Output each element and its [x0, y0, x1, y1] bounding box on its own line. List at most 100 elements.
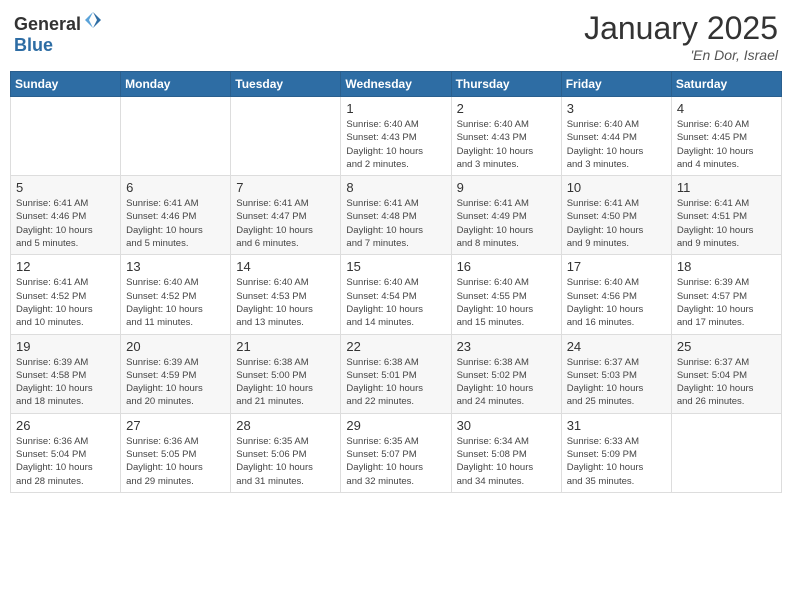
day-info: Sunrise: 6:40 AMSunset: 4:45 PMDaylight:… — [677, 118, 776, 171]
day-number: 31 — [567, 418, 666, 433]
day-info: Sunrise: 6:41 AMSunset: 4:52 PMDaylight:… — [16, 276, 115, 329]
day-number: 28 — [236, 418, 335, 433]
day-number: 14 — [236, 259, 335, 274]
day-number: 4 — [677, 101, 776, 116]
calendar-cell: 12 Sunrise: 6:41 AMSunset: 4:52 PMDayligh… — [11, 255, 121, 334]
day-info: Sunrise: 6:36 AMSunset: 5:04 PMDaylight:… — [16, 435, 115, 488]
calendar-cell: 17 Sunrise: 6:40 AMSunset: 4:56 PMDayligh… — [561, 255, 671, 334]
day-number: 16 — [457, 259, 556, 274]
calendar-cell: 22 Sunrise: 6:38 AMSunset: 5:01 PMDayligh… — [341, 334, 451, 413]
day-number: 3 — [567, 101, 666, 116]
day-info: Sunrise: 6:40 AMSunset: 4:43 PMDaylight:… — [457, 118, 556, 171]
day-info: Sunrise: 6:41 AMSunset: 4:50 PMDaylight:… — [567, 197, 666, 250]
calendar-cell: 24 Sunrise: 6:37 AMSunset: 5:03 PMDayligh… — [561, 334, 671, 413]
logo-icon — [83, 10, 103, 30]
calendar-cell — [121, 97, 231, 176]
day-info: Sunrise: 6:38 AMSunset: 5:01 PMDaylight:… — [346, 356, 445, 409]
calendar-cell — [231, 97, 341, 176]
day-info: Sunrise: 6:40 AMSunset: 4:56 PMDaylight:… — [567, 276, 666, 329]
weekday-header-saturday: Saturday — [671, 72, 781, 97]
day-number: 26 — [16, 418, 115, 433]
day-info: Sunrise: 6:38 AMSunset: 5:00 PMDaylight:… — [236, 356, 335, 409]
day-info: Sunrise: 6:39 AMSunset: 4:58 PMDaylight:… — [16, 356, 115, 409]
day-info: Sunrise: 6:40 AMSunset: 4:44 PMDaylight:… — [567, 118, 666, 171]
calendar-cell: 5 Sunrise: 6:41 AMSunset: 4:46 PMDaylight… — [11, 176, 121, 255]
calendar-cell: 19 Sunrise: 6:39 AMSunset: 4:58 PMDayligh… — [11, 334, 121, 413]
day-number: 1 — [346, 101, 445, 116]
day-info: Sunrise: 6:41 AMSunset: 4:46 PMDaylight:… — [126, 197, 225, 250]
calendar-cell: 15Sunrise: 6:40 AMSunset: 4:54 PMDayligh… — [341, 255, 451, 334]
location-subtitle: 'En Dor, Israel — [584, 47, 778, 63]
calendar-table: SundayMondayTuesdayWednesdayThursdayFrid… — [10, 71, 782, 493]
weekday-header-thursday: Thursday — [451, 72, 561, 97]
day-info: Sunrise: 6:34 AMSunset: 5:08 PMDaylight:… — [457, 435, 556, 488]
calendar-cell: 20 Sunrise: 6:39 AMSunset: 4:59 PMDayligh… — [121, 334, 231, 413]
calendar-week-row: 26 Sunrise: 6:36 AMSunset: 5:04 PMDayligh… — [11, 413, 782, 492]
month-year-title: January 2025 — [584, 10, 778, 47]
calendar-cell: 14 Sunrise: 6:40 AMSunset: 4:53 PMDayligh… — [231, 255, 341, 334]
day-number: 18 — [677, 259, 776, 274]
day-number: 29 — [346, 418, 445, 433]
day-number: 20 — [126, 339, 225, 354]
page-header: General Blue January 2025 'En Dor, Israe… — [10, 10, 782, 63]
calendar-cell: 31 Sunrise: 6:33 AMSunset: 5:09 PMDayligh… — [561, 413, 671, 492]
day-info: Sunrise: 6:40 AMSunset: 4:54 PMDaylight:… — [346, 276, 445, 329]
day-number: 11 — [677, 180, 776, 195]
calendar-cell: 30Sunrise: 6:34 AMSunset: 5:08 PMDayligh… — [451, 413, 561, 492]
day-number: 12 — [16, 259, 115, 274]
calendar-cell: 11Sunrise: 6:41 AMSunset: 4:51 PMDayligh… — [671, 176, 781, 255]
day-number: 17 — [567, 259, 666, 274]
weekday-header-sunday: Sunday — [11, 72, 121, 97]
day-info: Sunrise: 6:36 AMSunset: 5:05 PMDaylight:… — [126, 435, 225, 488]
day-info: Sunrise: 6:37 AMSunset: 5:04 PMDaylight:… — [677, 356, 776, 409]
day-info: Sunrise: 6:40 AMSunset: 4:53 PMDaylight:… — [236, 276, 335, 329]
calendar-cell: 7Sunrise: 6:41 AMSunset: 4:47 PMDaylight… — [231, 176, 341, 255]
day-info: Sunrise: 6:41 AMSunset: 4:46 PMDaylight:… — [16, 197, 115, 250]
day-info: Sunrise: 6:33 AMSunset: 5:09 PMDaylight:… — [567, 435, 666, 488]
day-number: 8 — [346, 180, 445, 195]
day-number: 19 — [16, 339, 115, 354]
day-number: 6 — [126, 180, 225, 195]
day-info: Sunrise: 6:40 AMSunset: 4:52 PMDaylight:… — [126, 276, 225, 329]
calendar-week-row: 19 Sunrise: 6:39 AMSunset: 4:58 PMDayligh… — [11, 334, 782, 413]
calendar-cell: 10Sunrise: 6:41 AMSunset: 4:50 PMDayligh… — [561, 176, 671, 255]
day-info: Sunrise: 6:40 AMSunset: 4:55 PMDaylight:… — [457, 276, 556, 329]
calendar-week-row: 12 Sunrise: 6:41 AMSunset: 4:52 PMDayligh… — [11, 255, 782, 334]
day-info: Sunrise: 6:37 AMSunset: 5:03 PMDaylight:… — [567, 356, 666, 409]
day-number: 13 — [126, 259, 225, 274]
logo-general: General — [14, 14, 81, 34]
day-info: Sunrise: 6:39 AMSunset: 4:59 PMDaylight:… — [126, 356, 225, 409]
calendar-cell: 29Sunrise: 6:35 AMSunset: 5:07 PMDayligh… — [341, 413, 451, 492]
weekday-header-friday: Friday — [561, 72, 671, 97]
calendar-cell: 27 Sunrise: 6:36 AMSunset: 5:05 PMDayligh… — [121, 413, 231, 492]
calendar-cell — [11, 97, 121, 176]
day-number: 24 — [567, 339, 666, 354]
day-info: Sunrise: 6:38 AMSunset: 5:02 PMDaylight:… — [457, 356, 556, 409]
logo: General Blue — [14, 10, 103, 56]
calendar-week-row: 1 Sunrise: 6:40 AMSunset: 4:43 PMDaylight… — [11, 97, 782, 176]
calendar-cell: 23 Sunrise: 6:38 AMSunset: 5:02 PMDayligh… — [451, 334, 561, 413]
calendar-cell — [671, 413, 781, 492]
calendar-cell: 9Sunrise: 6:41 AMSunset: 4:49 PMDaylight… — [451, 176, 561, 255]
day-number: 5 — [16, 180, 115, 195]
day-number: 22 — [346, 339, 445, 354]
calendar-cell: 3 Sunrise: 6:40 AMSunset: 4:44 PMDaylight… — [561, 97, 671, 176]
calendar-cell: 4 Sunrise: 6:40 AMSunset: 4:45 PMDaylight… — [671, 97, 781, 176]
calendar-cell: 18 Sunrise: 6:39 AMSunset: 4:57 PMDayligh… — [671, 255, 781, 334]
calendar-cell: 16 Sunrise: 6:40 AMSunset: 4:55 PMDayligh… — [451, 255, 561, 334]
calendar-cell: 25 Sunrise: 6:37 AMSunset: 5:04 PMDayligh… — [671, 334, 781, 413]
weekday-header-monday: Monday — [121, 72, 231, 97]
calendar-cell: 8Sunrise: 6:41 AMSunset: 4:48 PMDaylight… — [341, 176, 451, 255]
calendar-cell: 1 Sunrise: 6:40 AMSunset: 4:43 PMDaylight… — [341, 97, 451, 176]
day-number: 23 — [457, 339, 556, 354]
day-number: 7 — [236, 180, 335, 195]
day-number: 27 — [126, 418, 225, 433]
calendar-cell: 2Sunrise: 6:40 AMSunset: 4:43 PMDaylight… — [451, 97, 561, 176]
day-number: 25 — [677, 339, 776, 354]
day-info: Sunrise: 6:40 AMSunset: 4:43 PMDaylight:… — [346, 118, 445, 171]
day-info: Sunrise: 6:39 AMSunset: 4:57 PMDaylight:… — [677, 276, 776, 329]
calendar-cell: 26 Sunrise: 6:36 AMSunset: 5:04 PMDayligh… — [11, 413, 121, 492]
calendar-cell: 28Sunrise: 6:35 AMSunset: 5:06 PMDayligh… — [231, 413, 341, 492]
weekday-header-wednesday: Wednesday — [341, 72, 451, 97]
day-info: Sunrise: 6:41 AMSunset: 4:49 PMDaylight:… — [457, 197, 556, 250]
